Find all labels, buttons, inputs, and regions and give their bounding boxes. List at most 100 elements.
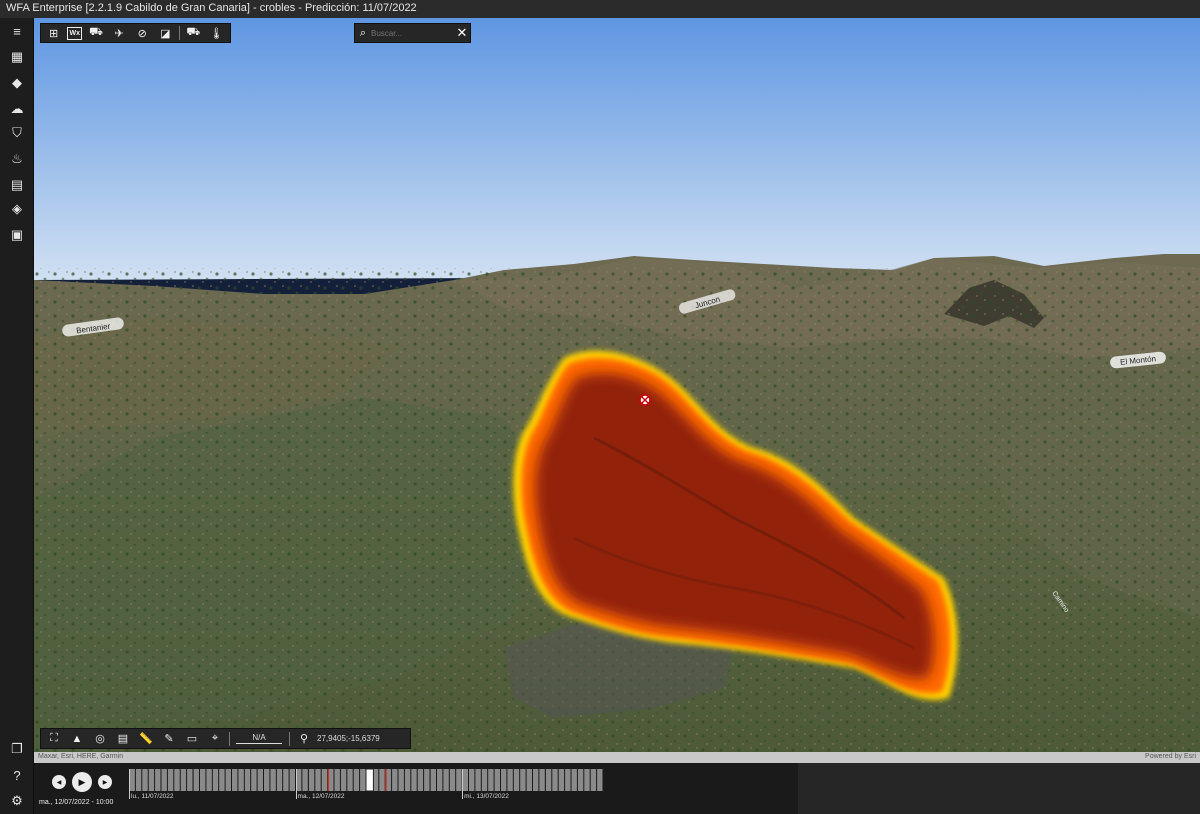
- timeline-tick[interactable]: [360, 769, 366, 791]
- no-entry-icon[interactable]: ⊘: [133, 24, 152, 42]
- timeline-tick[interactable]: [520, 769, 526, 791]
- timeline-tick[interactable]: [558, 769, 565, 791]
- timeline-tick[interactable]: [539, 769, 545, 791]
- timeline-tick[interactable]: [289, 769, 295, 791]
- timeline-tick[interactable]: [148, 769, 155, 791]
- timeline-tick[interactable]: [501, 769, 507, 791]
- timeline-tick[interactable]: [590, 769, 597, 791]
- timeline-tick[interactable]: [340, 769, 347, 791]
- timeline-tick[interactable]: [430, 769, 436, 791]
- timeline-track[interactable]: [129, 769, 603, 791]
- timeline-tick[interactable]: [167, 769, 174, 791]
- timeline-tick[interactable]: [238, 769, 244, 791]
- timeline-tick[interactable]: [475, 769, 481, 791]
- pin-icon[interactable]: ⌖: [205, 730, 225, 748]
- timeline-tick[interactable]: [155, 769, 161, 791]
- search-box[interactable]: ⌕ ✕: [354, 23, 471, 43]
- help-icon[interactable]: ?: [6, 764, 28, 786]
- timeline-tick[interactable]: [437, 769, 443, 791]
- timeline-tick[interactable]: [526, 769, 532, 791]
- timeline-tick[interactable]: [449, 769, 456, 791]
- timeline-tick[interactable]: [424, 769, 430, 791]
- timeline-tick[interactable]: [404, 769, 411, 791]
- timeline-tick[interactable]: [577, 769, 584, 791]
- shapes-icon[interactable]: ◪: [156, 24, 175, 42]
- timeline-tick[interactable]: [142, 769, 148, 791]
- layers-icon[interactable]: ◈: [6, 198, 28, 220]
- timeline-tick[interactable]: [462, 769, 468, 791]
- table-icon[interactable]: ▤: [113, 730, 133, 748]
- timeline-tick[interactable]: [347, 769, 353, 791]
- next-step-button[interactable]: ▶: [98, 775, 112, 789]
- timeline-tick[interactable]: [174, 769, 180, 791]
- timeline-tick[interactable]: [180, 769, 187, 791]
- timeline-tick[interactable]: [193, 769, 199, 791]
- timeline-tick[interactable]: [244, 769, 251, 791]
- timeline-tick[interactable]: [481, 769, 488, 791]
- timeline-tick[interactable]: [302, 769, 308, 791]
- route-icon[interactable]: ◆: [6, 72, 28, 94]
- timeline-tick[interactable]: [212, 769, 219, 791]
- timeline-tick[interactable]: [379, 769, 385, 791]
- timeline-tick[interactable]: [533, 769, 539, 791]
- timeline-tick[interactable]: [565, 769, 571, 791]
- timeline-tick[interactable]: [270, 769, 276, 791]
- timeline-tick[interactable]: [321, 769, 328, 791]
- timeline-tick[interactable]: [129, 769, 135, 791]
- shield-icon[interactable]: ⛉: [6, 122, 28, 144]
- folder-settings-icon[interactable]: ▤: [6, 174, 28, 196]
- timeline-tick[interactable]: [392, 769, 398, 791]
- play-button[interactable]: ▶: [72, 772, 92, 792]
- powered-by-text[interactable]: Powered by Esri: [1145, 753, 1196, 760]
- search-input[interactable]: [371, 28, 454, 38]
- timeline-tick[interactable]: [232, 769, 238, 791]
- timeline-tick[interactable]: [308, 769, 315, 791]
- timeline-tick[interactable]: [276, 769, 283, 791]
- vehicle-icon[interactable]: ⛟: [86, 24, 105, 42]
- timeline-tick[interactable]: [584, 769, 590, 791]
- timeline-tick[interactable]: [571, 769, 577, 791]
- timeline-tick[interactable]: [206, 769, 212, 791]
- settings-icon[interactable]: ⚙: [6, 790, 28, 812]
- ignition-point-icon[interactable]: [639, 394, 651, 406]
- timeline-tick[interactable]: [135, 769, 142, 791]
- timeline-tick[interactable]: [315, 769, 321, 791]
- weather-icon[interactable]: ☁: [6, 98, 28, 120]
- timeline-tick[interactable]: [187, 769, 193, 791]
- timeline-tick[interactable]: [494, 769, 500, 791]
- timeline-tick[interactable]: [257, 769, 263, 791]
- windows-icon[interactable]: ❐: [6, 738, 28, 760]
- timeline-tick[interactable]: [597, 769, 603, 791]
- pencil-icon[interactable]: ✎: [159, 730, 179, 748]
- fullscreen-icon[interactable]: ⛶: [44, 730, 64, 748]
- timeline-tick[interactable]: [296, 769, 302, 791]
- timeline-tick[interactable]: [251, 769, 257, 791]
- timeline-tick[interactable]: [488, 769, 494, 791]
- locate-icon[interactable]: ◎: [90, 730, 110, 748]
- timeline-tick[interactable]: [443, 769, 449, 791]
- wx-icon[interactable]: Wx: [67, 26, 83, 40]
- timeline-tick[interactable]: [398, 769, 404, 791]
- timeline-tick[interactable]: [353, 769, 360, 791]
- compass-icon[interactable]: ▲: [67, 730, 87, 748]
- timeline-tick[interactable]: [545, 769, 552, 791]
- ruler-icon[interactable]: 📏: [136, 730, 156, 748]
- timeline-tick[interactable]: [552, 769, 558, 791]
- search-icon[interactable]: ⌕: [355, 27, 371, 40]
- timeline-handle[interactable]: [365, 769, 374, 791]
- map-view[interactable]: Bentanier Juncon El Montón Camino: [34, 18, 1200, 752]
- satellite-icon[interactable]: ✈: [110, 24, 129, 42]
- timeline-tick[interactable]: [456, 769, 462, 791]
- map-pin-icon[interactable]: ⊞: [44, 24, 63, 42]
- fire-icon[interactable]: ♨: [6, 148, 28, 170]
- clear-search-icon[interactable]: ✕: [454, 25, 470, 41]
- timeline-tick[interactable]: [469, 769, 475, 791]
- timeline-tick[interactable]: [411, 769, 417, 791]
- timeline-tick[interactable]: [161, 769, 167, 791]
- timeline-tick[interactable]: [283, 769, 289, 791]
- terrain-scene[interactable]: Bentanier Juncon El Montón Camino: [34, 18, 1200, 752]
- timeline-tick[interactable]: [513, 769, 520, 791]
- menu-icon[interactable]: ≡: [6, 20, 28, 42]
- fire-truck-icon[interactable]: ⛟: [184, 24, 203, 42]
- timeline-tick[interactable]: [225, 769, 231, 791]
